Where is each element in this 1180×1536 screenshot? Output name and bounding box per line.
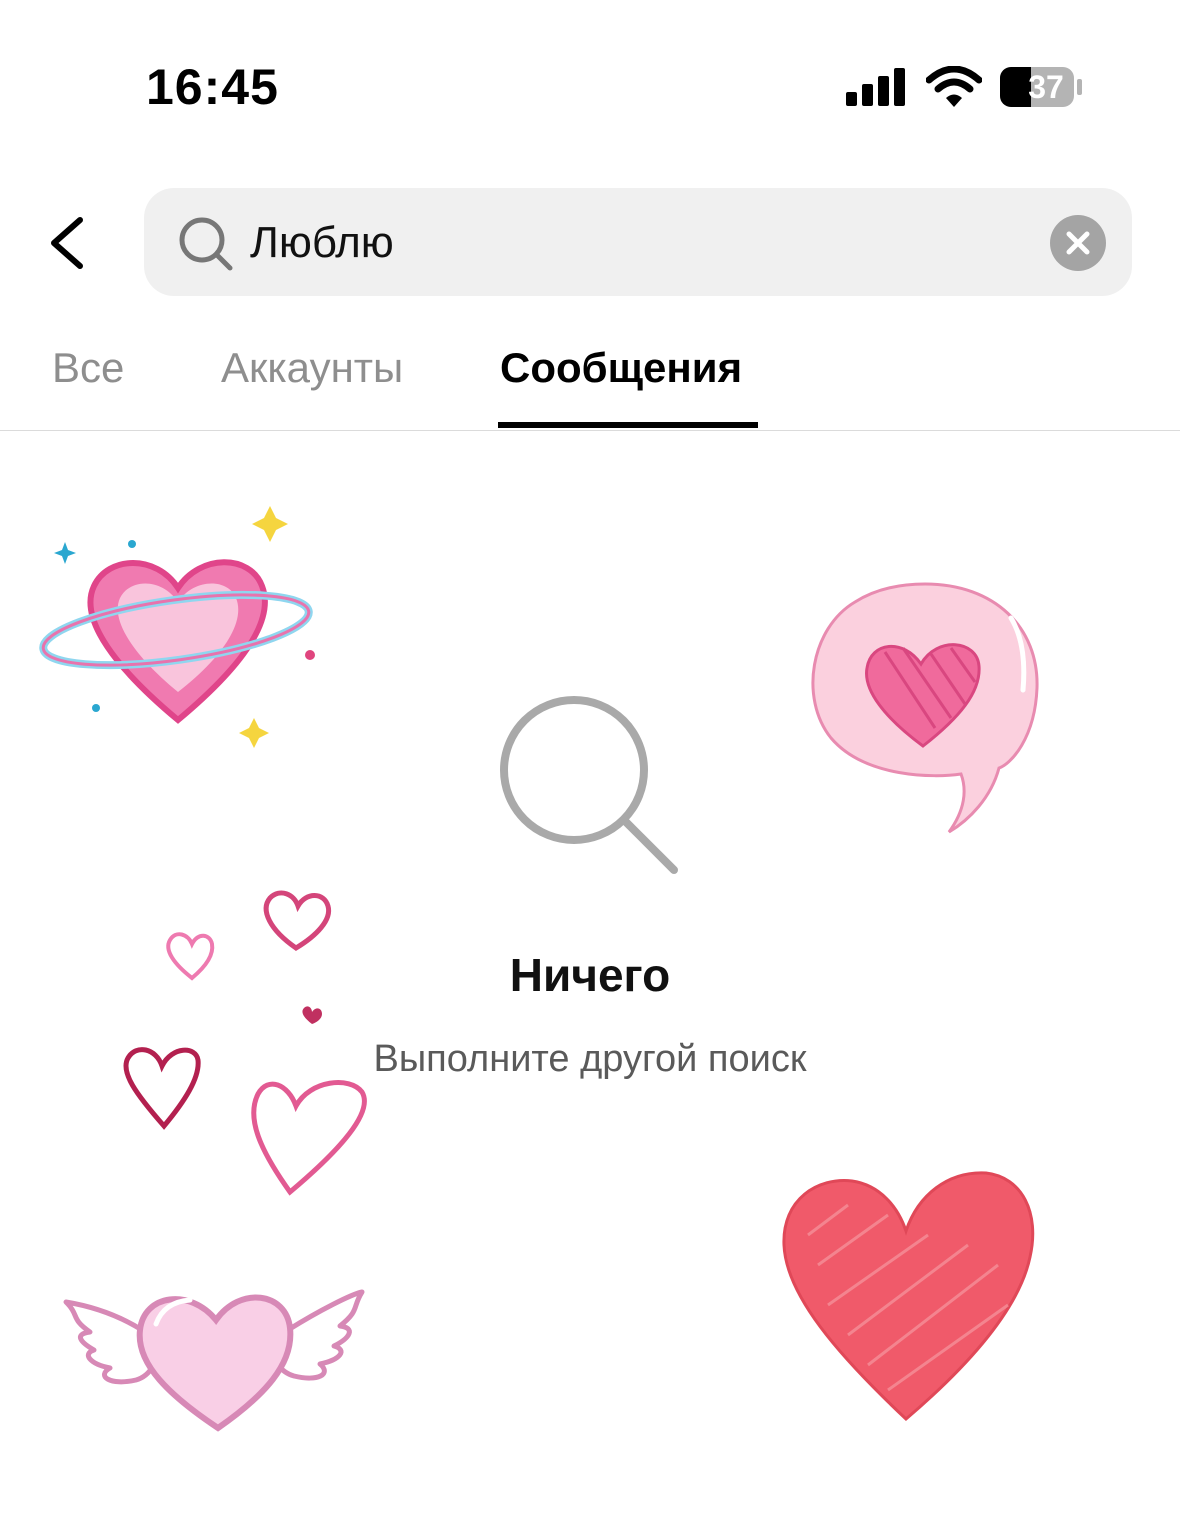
search-input[interactable]: [250, 214, 1030, 272]
status-time: 16:45: [146, 59, 279, 115]
status-bar: 16:45 37: [0, 0, 1180, 160]
chevron-left-icon: [51, 217, 83, 269]
tab-all[interactable]: Все: [52, 344, 124, 392]
tab-messages[interactable]: Сообщения: [500, 344, 742, 392]
winged-heart-sticker: [63, 1289, 365, 1432]
empty-state-title: Ничего: [509, 949, 671, 1001]
magnifier-icon: [500, 696, 678, 874]
active-tab-indicator: [498, 422, 758, 428]
tab-accounts[interactable]: Аккаунты: [221, 344, 403, 392]
search-tabs: Все Аккаунты Сообщения: [0, 330, 1180, 431]
cellular-signal-icon: [846, 68, 905, 106]
wifi-icon: [926, 66, 982, 107]
planet-heart-sticker: [39, 506, 315, 748]
back-button[interactable]: [40, 208, 100, 278]
empty-state-subtitle: Выполните другой поиск: [373, 1038, 807, 1080]
clear-search-button[interactable]: [1050, 215, 1106, 271]
search-icon: [179, 217, 233, 271]
speech-bubble-heart-sticker: [811, 582, 1039, 834]
battery-level: 37: [1028, 69, 1064, 105]
clear-icon: [1066, 231, 1090, 255]
red-crayon-heart-sticker: [782, 1171, 1035, 1422]
